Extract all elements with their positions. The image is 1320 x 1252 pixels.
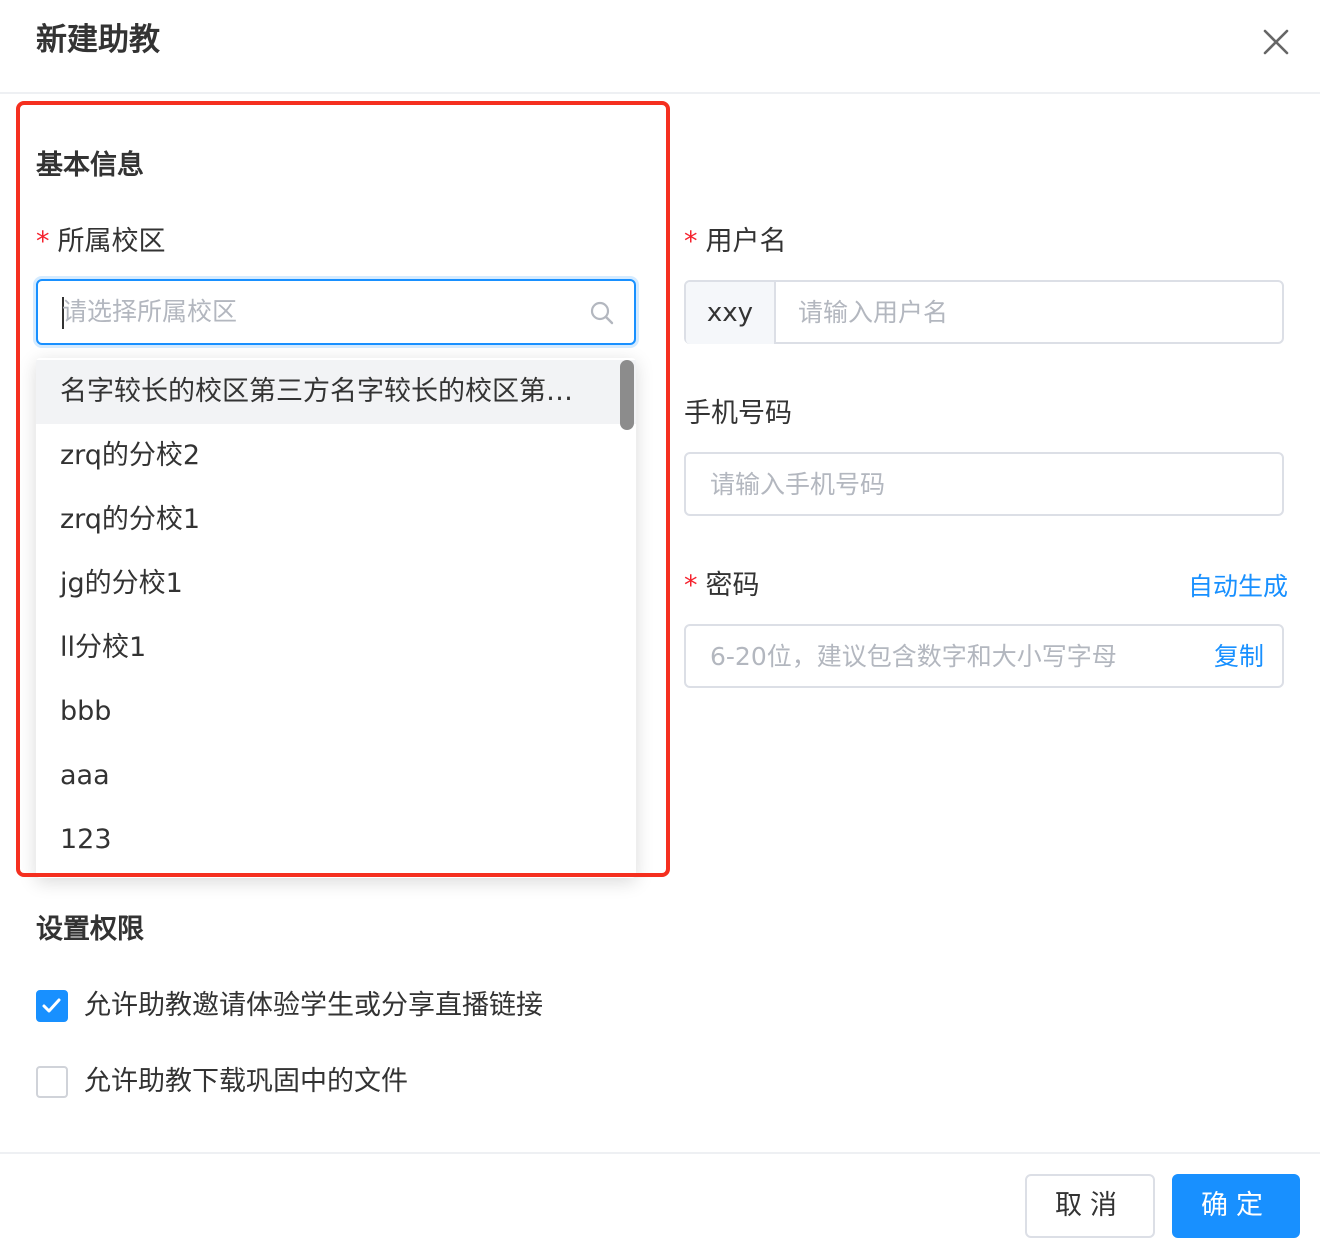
password-placeholder: 6-20位，建议包含数字和大小写字母 — [710, 642, 1117, 671]
phone-placeholder: 请输入手机号码 — [710, 470, 886, 499]
password-label-text: 密码 — [705, 570, 760, 601]
campus-option[interactable]: 123 — [36, 808, 636, 872]
campus-dropdown[interactable]: 名字较长的校区第三方名字较长的校区第三方 zrq的分校2 zrq的分校1 jg的… — [36, 358, 636, 878]
required-mark: * — [684, 570, 698, 601]
checkmark-icon — [42, 998, 61, 1013]
password-input[interactable]: 6-20位，建议包含数字和大小写字母 复制 — [684, 624, 1284, 688]
dialog-header: 新建助教 — [0, 0, 1320, 94]
basic-info-title: 基本信息 — [36, 150, 144, 181]
campus-label: * 所属校区 — [36, 224, 166, 260]
username-label-text: 用户名 — [705, 226, 787, 257]
new-assistant-dialog: 新建助教 基本信息 * 所属校区 请选择所属校区 * 用户名 xxy 请输入用户名 — [0, 0, 1320, 1252]
campus-option[interactable]: zrq的分校2 — [36, 424, 636, 488]
phone-label: 手机号码 — [684, 398, 792, 429]
phone-input[interactable]: 请输入手机号码 — [684, 452, 1284, 516]
dropdown-scrollbar[interactable] — [620, 360, 634, 430]
campus-option[interactable]: aaa — [36, 744, 636, 808]
campus-option[interactable]: bbb — [36, 680, 636, 744]
campus-option[interactable]: zrq的分校1 — [36, 488, 636, 552]
username-prefix: xxy — [686, 282, 776, 344]
campus-option[interactable]: 名字较长的校区第三方名字较长的校区第三方 — [36, 360, 636, 424]
confirm-button[interactable]: 确定 — [1172, 1174, 1300, 1238]
permissions-title: 设置权限 — [36, 914, 144, 945]
permission-label-invite: 允许助教邀请体验学生或分享直播链接 — [84, 990, 543, 1021]
search-icon — [588, 299, 616, 327]
copy-link[interactable]: 复制 — [1214, 640, 1264, 674]
close-icon[interactable] — [1256, 22, 1296, 62]
campus-placeholder: 请选择所属校区 — [62, 297, 238, 326]
auto-generate-link[interactable]: 自动生成 — [1188, 570, 1288, 604]
permission-checkbox-invite[interactable] — [36, 990, 68, 1022]
password-label: * 密码 — [684, 568, 760, 604]
campus-select[interactable]: 请选择所属校区 — [36, 279, 636, 345]
username-input[interactable]: xxy 请输入用户名 — [684, 280, 1284, 344]
cancel-button[interactable]: 取消 — [1025, 1174, 1155, 1238]
required-mark: * — [36, 226, 50, 257]
dialog-title: 新建助教 — [36, 22, 160, 58]
username-label: * 用户名 — [684, 224, 787, 260]
required-mark: * — [684, 226, 698, 257]
campus-label-text: 所属校区 — [57, 226, 166, 257]
campus-option[interactable]: jg的分校1 — [36, 552, 636, 616]
permission-label-download: 允许助教下载巩固中的文件 — [84, 1066, 408, 1097]
campus-option[interactable]: ll分校1 — [36, 616, 636, 680]
permission-checkbox-download[interactable] — [36, 1066, 68, 1098]
username-placeholder: 请输入用户名 — [798, 298, 949, 327]
